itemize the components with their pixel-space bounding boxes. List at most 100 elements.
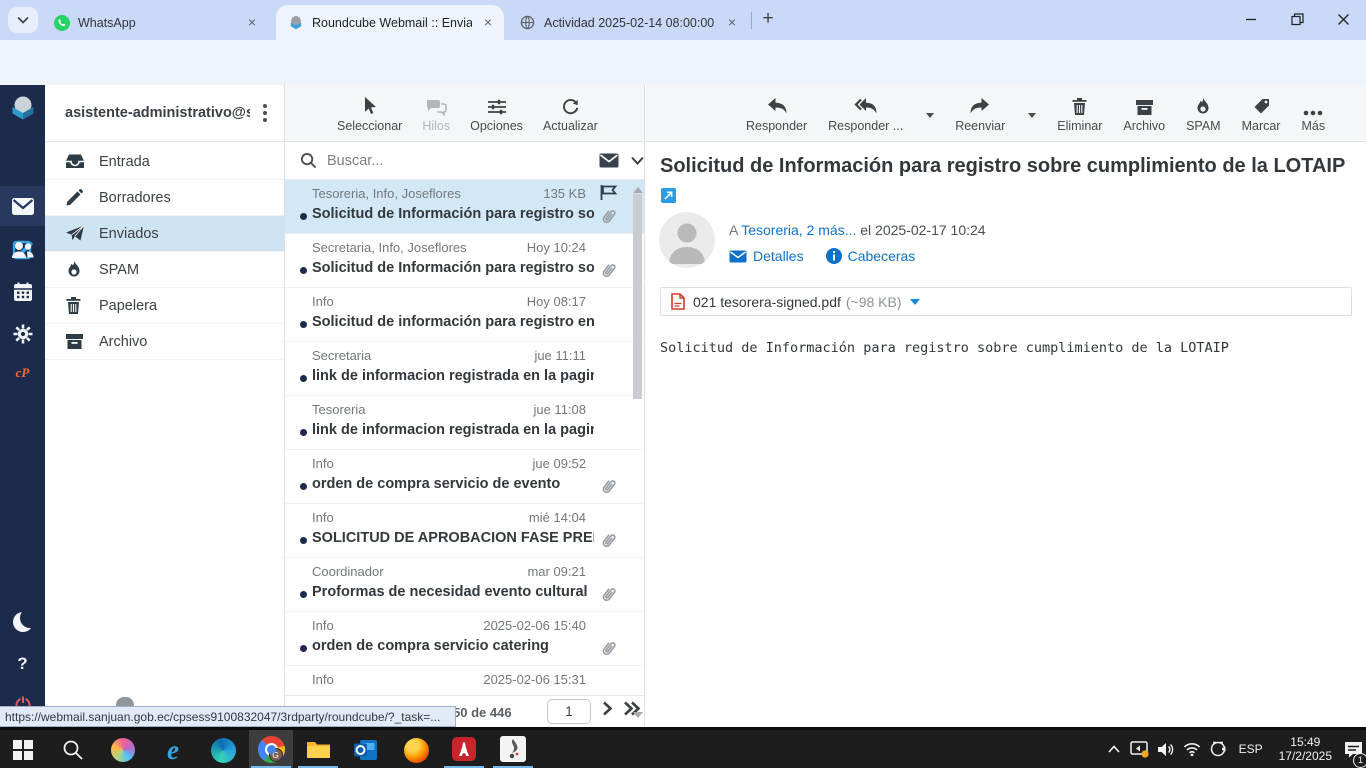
headers-toggle[interactable]: Cabeceras xyxy=(825,248,915,264)
wifi-icon[interactable] xyxy=(1179,734,1205,764)
message-date: 2025-02-06 15:40 xyxy=(483,618,586,633)
close-button[interactable] xyxy=(1320,0,1366,38)
threads-button[interactable]: Hilos xyxy=(422,94,450,133)
taskbar-search-icon[interactable] xyxy=(58,735,88,765)
tab-actividad[interactable]: Actividad 2025-02-14 08:00:00 × xyxy=(508,5,748,40)
attachment-paperclip-icon xyxy=(600,208,616,226)
new-tab-button[interactable]: + xyxy=(756,8,780,32)
start-button[interactable] xyxy=(8,735,38,765)
attachment-filename[interactable]: 021 tesorera-signed.pdf xyxy=(693,294,841,310)
folder-archivo[interactable]: Archivo xyxy=(45,324,284,360)
message-meta: Tesoreria, Info, Joseflores 135 KB xyxy=(312,186,586,201)
tab-close-icon[interactable]: × xyxy=(724,14,740,31)
reply-label: Responder xyxy=(746,118,808,133)
tray-chevron-icon[interactable] xyxy=(1101,734,1127,764)
reply-all-caret-icon[interactable] xyxy=(926,112,935,122)
volume-icon[interactable] xyxy=(1153,734,1179,764)
contacts-icon[interactable] xyxy=(0,228,45,272)
attachment-size: (~98 KB) xyxy=(845,293,902,310)
cast-status-icon[interactable] xyxy=(1127,734,1153,764)
folder-spam[interactable]: SPAM xyxy=(45,252,284,288)
message-from: Tesoreria, Info, Joseflores xyxy=(312,186,461,201)
folder-borradores[interactable]: Borradores xyxy=(45,180,284,216)
cpanel-icon[interactable]: cP xyxy=(0,351,45,395)
recipient-link[interactable]: Tesoreria, xyxy=(741,222,802,238)
spam-button[interactable]: SPAM xyxy=(1186,94,1221,133)
scroll-down-arrow[interactable] xyxy=(633,712,643,723)
dark-mode-moon-icon[interactable] xyxy=(0,600,45,644)
message-row[interactable]: Info 2025-02-06 15:40 orden de compra se… xyxy=(285,612,644,666)
message-row[interactable]: Info mié 14:04 SOLICITUD DE APROBACION F… xyxy=(285,504,644,558)
unread-dot xyxy=(300,267,307,274)
calendar-icon[interactable] xyxy=(0,270,45,314)
attachment-menu-caret-icon[interactable] xyxy=(909,298,920,310)
delete-label: Eliminar xyxy=(1057,118,1103,133)
account-menu-icon[interactable] xyxy=(263,104,267,122)
select-button[interactable]: Seleccionar xyxy=(337,94,402,133)
reply-all-button[interactable]: Responder ... xyxy=(828,94,903,133)
refresh-list-button[interactable]: Actualizar xyxy=(543,94,598,133)
message-row[interactable]: Info jue 09:52 orden de compra servicio … xyxy=(285,450,644,504)
firefox-icon[interactable] xyxy=(401,735,431,765)
archive-button[interactable]: Archivo xyxy=(1123,94,1165,133)
tab-close-icon[interactable]: × xyxy=(244,14,260,31)
action-center-icon[interactable]: 1 xyxy=(1340,734,1366,768)
message-row[interactable]: Tesoreria jue 11:08 link de informacion … xyxy=(285,396,644,450)
folder-entrada[interactable]: Entrada xyxy=(45,144,284,180)
taskbar-chrome-icon[interactable]: G xyxy=(249,730,293,768)
whatsapp-icon xyxy=(54,14,70,31)
help-icon[interactable]: ? xyxy=(0,642,45,686)
delete-button[interactable]: Eliminar xyxy=(1057,94,1102,133)
meet-now-icon[interactable] xyxy=(1205,734,1231,764)
search-scope-mail-icon[interactable] xyxy=(599,153,619,168)
open-in-new-window-icon[interactable] xyxy=(661,188,676,203)
message-subject: Solicitud de Información para registro s… xyxy=(312,206,594,222)
folder-enviados[interactable]: Enviados xyxy=(45,216,284,252)
tab-close-icon[interactable]: × xyxy=(480,14,496,31)
scrollbar-thumb[interactable] xyxy=(633,194,642,399)
more-button[interactable]: Más xyxy=(1301,94,1325,133)
reply-all-icon xyxy=(854,94,878,116)
message-row[interactable]: Info Hoy 08:17 Solicitud de información … xyxy=(285,288,644,342)
scroll-up-arrow[interactable] xyxy=(633,182,643,193)
message-row[interactable]: Tesoreria, Info, Joseflores 135 KB Solic… xyxy=(285,180,644,234)
tab-whatsapp[interactable]: WhatsApp × xyxy=(42,5,268,40)
folder-papelera[interactable]: Papelera xyxy=(45,288,284,324)
flag-icon[interactable] xyxy=(599,184,618,201)
internet-explorer-icon[interactable]: e xyxy=(158,735,188,765)
more-recipients-link[interactable]: 2 más... xyxy=(807,222,857,238)
search-options-chevron-icon[interactable] xyxy=(631,156,644,165)
outlook-icon[interactable] xyxy=(351,735,381,765)
language-indicator[interactable]: ESP xyxy=(1231,742,1271,756)
copilot-icon[interactable] xyxy=(108,735,138,765)
tab-roundcube[interactable]: Roundcube Webmail :: Enviados × xyxy=(276,5,504,40)
acrobat-icon[interactable] xyxy=(442,730,486,768)
page-number-input[interactable] xyxy=(547,699,591,724)
details-toggle[interactable]: Detalles xyxy=(729,248,804,264)
attachment-row[interactable]: 021 tesorera-signed.pdf (~98 KB) xyxy=(660,287,1352,316)
forward-caret-icon[interactable] xyxy=(1028,112,1037,122)
file-explorer-icon[interactable] xyxy=(296,730,340,768)
reply-button[interactable]: Responder xyxy=(746,94,807,133)
next-page-icon[interactable] xyxy=(601,701,613,716)
tab-search-button[interactable] xyxy=(8,7,38,33)
clock[interactable]: 15:49 17/2/2025 xyxy=(1271,735,1340,763)
mail-nav-icon[interactable] xyxy=(0,186,45,226)
list-scrollbar[interactable] xyxy=(631,182,643,727)
status-bar-url: https://webmail.sanjuan.gob.ec/cpsess910… xyxy=(0,706,456,727)
spam-label: SPAM xyxy=(1186,118,1221,133)
settings-gear-icon[interactable] xyxy=(0,312,45,356)
message-row[interactable]: Secretaria jue 11:11 link de informacion… xyxy=(285,342,644,396)
forward-button[interactable]: Reenviar xyxy=(955,94,1005,133)
paper-plane-icon xyxy=(65,224,85,244)
message-row[interactable]: Coordinador mar 09:21 Proformas de neces… xyxy=(285,558,644,612)
message-row[interactable]: Secretaria, Info, Joseflores Hoy 10:24 S… xyxy=(285,234,644,288)
search-input[interactable] xyxy=(327,152,567,169)
mark-button[interactable]: Marcar xyxy=(1242,94,1280,133)
java-app-icon[interactable] xyxy=(491,730,535,768)
minimize-button[interactable] xyxy=(1228,0,1274,38)
restore-button[interactable] xyxy=(1274,0,1320,38)
edge-icon[interactable] xyxy=(208,735,238,765)
options-button[interactable]: Opciones xyxy=(470,94,523,133)
message-date: 2025-02-06 15:31 xyxy=(483,672,586,687)
